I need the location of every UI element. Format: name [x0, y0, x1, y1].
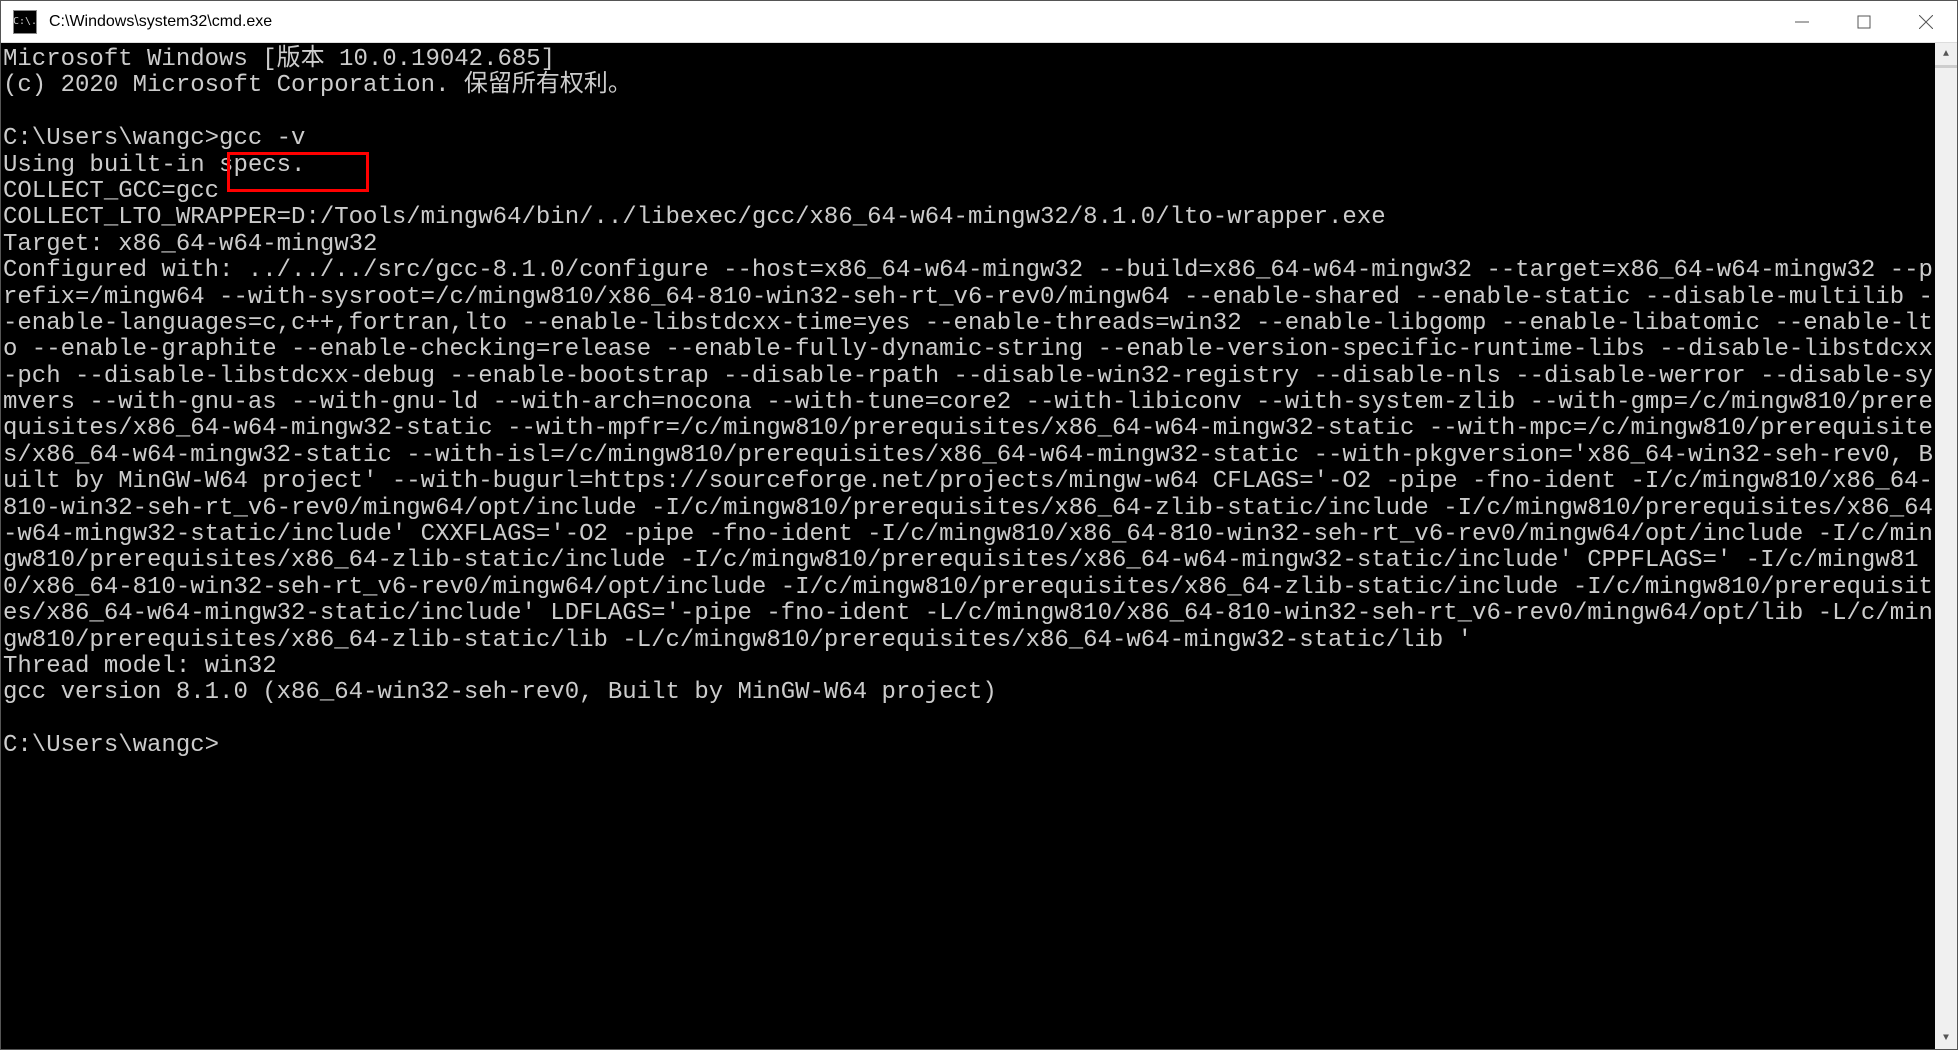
output-line: Thread model: win32	[3, 653, 277, 680]
prompt: C:\Users\wangc>	[3, 125, 219, 152]
cmd-window: C:\. C:\Windows\system32\cmd.exe Microso…	[0, 0, 1958, 1050]
output-line: Configured with: ../../../src/gcc-8.1.0/…	[3, 257, 1933, 653]
window-controls	[1771, 1, 1957, 42]
output-line: Target: x86_64-w64-mingw32	[3, 231, 377, 258]
cmd-icon: C:\.	[13, 10, 37, 34]
maximize-icon	[1857, 15, 1871, 29]
close-button[interactable]	[1895, 1, 1957, 42]
scrollbar-track[interactable]	[1935, 65, 1957, 1027]
command-text: gcc -v	[219, 125, 305, 152]
banner-line: Microsoft Windows [版本 10.0.19042.685]	[3, 46, 555, 73]
minimize-icon	[1795, 15, 1809, 29]
output-line: gcc version 8.1.0 (x86_64-win32-seh-rev0…	[3, 679, 997, 706]
maximize-button[interactable]	[1833, 1, 1895, 42]
scrollbar-down-button[interactable]: ▼	[1935, 1027, 1957, 1049]
terminal-area: Microsoft Windows [版本 10.0.19042.685] (c…	[1, 43, 1957, 1049]
close-icon	[1919, 15, 1933, 29]
output-line: COLLECT_GCC=gcc	[3, 178, 219, 205]
titlebar[interactable]: C:\. C:\Windows\system32\cmd.exe	[1, 1, 1957, 43]
scrollbar-up-button[interactable]: ▲	[1935, 43, 1957, 65]
chevron-down-icon: ▼	[1943, 1033, 1949, 1044]
vertical-scrollbar[interactable]: ▲ ▼	[1935, 43, 1957, 1049]
scrollbar-thumb[interactable]	[1935, 65, 1957, 68]
chevron-up-icon: ▲	[1943, 49, 1949, 60]
window-title: C:\Windows\system32\cmd.exe	[49, 13, 1771, 31]
output-line: COLLECT_LTO_WRAPPER=D:/Tools/mingw64/bin…	[3, 204, 1386, 231]
minimize-button[interactable]	[1771, 1, 1833, 42]
terminal-output[interactable]: Microsoft Windows [版本 10.0.19042.685] (c…	[1, 43, 1935, 1049]
banner-line: (c) 2020 Microsoft Corporation. 保留所有权利。	[3, 72, 632, 99]
output-line: Using built-in specs.	[3, 152, 305, 179]
prompt: C:\Users\wangc>	[3, 732, 219, 759]
